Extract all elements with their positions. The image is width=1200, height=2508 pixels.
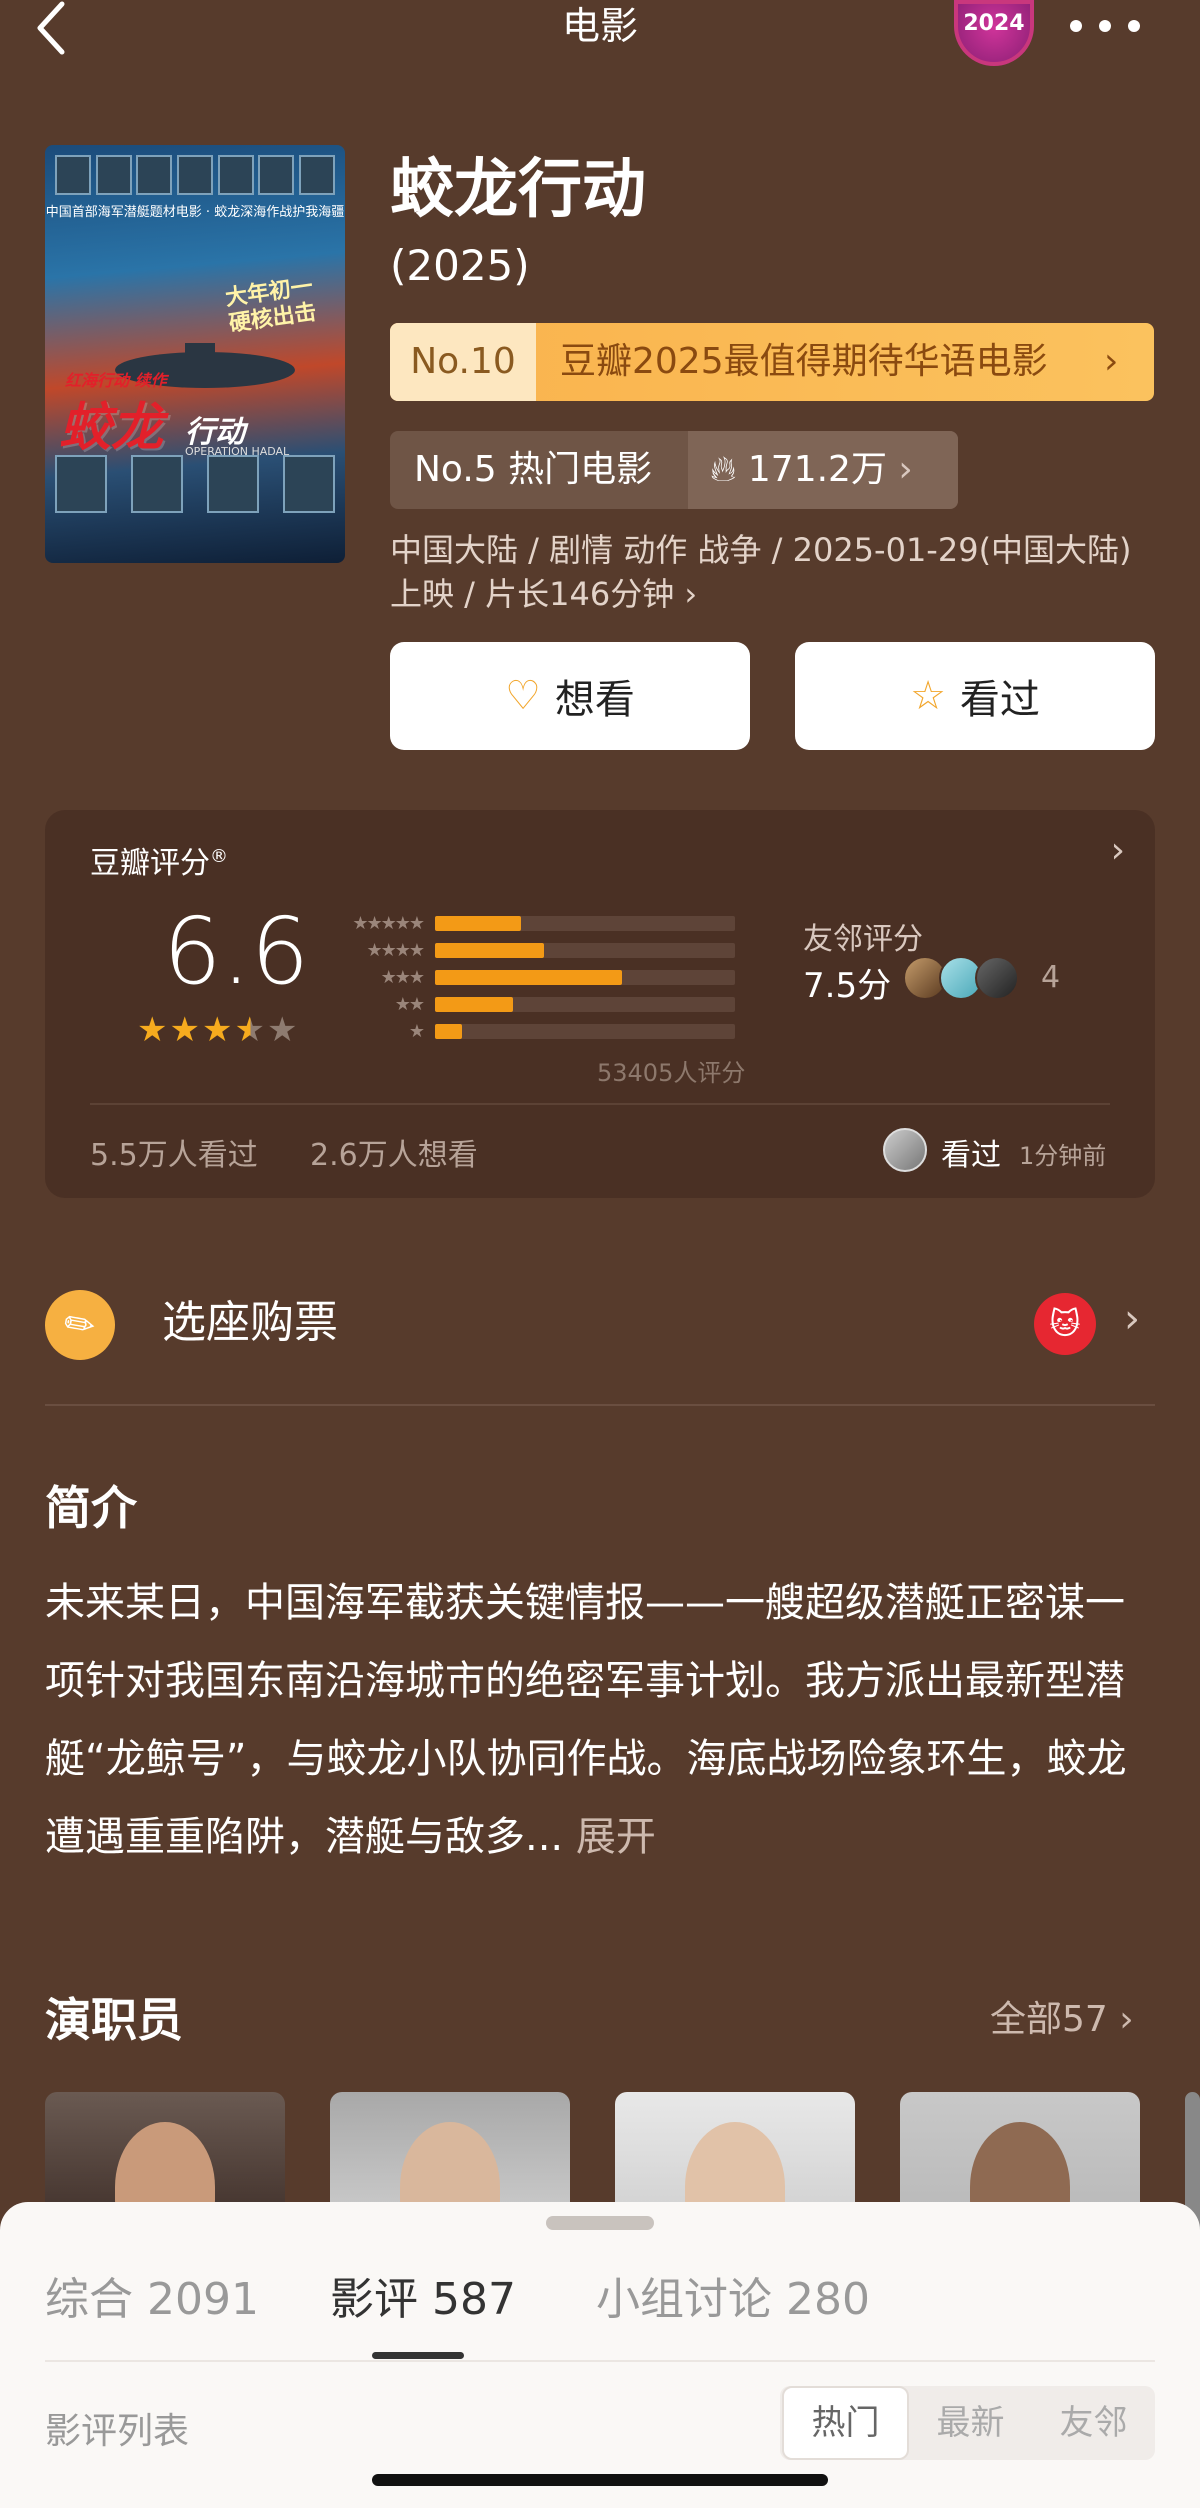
avatar (975, 956, 1019, 1000)
buy-ticket-label[interactable]: 选座购票 (162, 1292, 338, 1354)
rating-distribution: ★★★★★ ★★★★ ★★★ ★★ ★ (335, 910, 775, 1045)
divider (45, 1404, 1155, 1406)
seen-label: 看过 (959, 677, 1040, 723)
tab-group-discussion[interactable]: 小组讨论 280 (596, 2270, 870, 2330)
star-icon: ☆ (910, 673, 946, 719)
movie-title: 蛟龙行动 (390, 153, 646, 227)
rank-text: 豆瓣2025最值得期待华语电影 (560, 341, 1048, 382)
cast-all-link[interactable]: 全部57 › (990, 1990, 1134, 2042)
divider (45, 2360, 1155, 2362)
expand-link[interactable]: 展开 (576, 1814, 656, 1860)
movie-meta[interactable]: 中国大陆 / 剧情 动作 战争 / 2025-01-29(中国大陆) 上映 / … (390, 528, 1170, 616)
rating-bar-track (435, 916, 735, 931)
chevron-right-icon: › (898, 449, 913, 490)
rating-bar-track (435, 997, 735, 1012)
friend-count: 4 (1041, 960, 1061, 995)
home-indicator (372, 2474, 828, 2486)
poster-logo: 蛟龙 (59, 397, 164, 458)
sort-latest[interactable]: 最新 (909, 2388, 1032, 2458)
rating-bar-row: ★★★★★ (335, 910, 775, 937)
poster-caption: 中国首部海军潜艇题材电影 · 蛟龙深海作战护我海疆 (45, 205, 345, 220)
rating-bar-row: ★ (335, 1018, 775, 1045)
rating-bar-row: ★★★ (335, 964, 775, 991)
activity-time: 1分钟前 (1019, 1142, 1107, 1170)
intro-body: 未来某日，中国海军截获关键情报——一艘超级潜艇正密谋一项针对我国东南沿海城市的绝… (45, 1580, 1127, 1860)
divider (90, 1103, 1110, 1105)
drag-handle[interactable] (546, 2216, 654, 2230)
year-summary-badge[interactable]: 2024 (954, 0, 1034, 66)
rating-bar-track (435, 970, 735, 985)
sort-friends[interactable]: 友邻 (1032, 2388, 1155, 2458)
want-count[interactable]: 2.6万人想看 (310, 1130, 478, 1174)
rating-bar-row: ★★★★ (335, 937, 775, 964)
heart-plus-icon: ♡ (505, 673, 541, 719)
rating-bar-track (435, 943, 735, 958)
fire-icon: 🔥︎ (710, 449, 737, 490)
rating-card[interactable]: 豆瓣评分® › 6.6 ★★★★★ ★★★★★ ★★★★ ★★★ ★★ ★ 53405人… (45, 810, 1155, 1198)
heat-value: 🔥︎ 171.2万 › (688, 431, 958, 509)
seen-count[interactable]: 5.5万人看过 (90, 1130, 258, 1174)
rating-bar-fill (435, 970, 623, 985)
ranking-banner-anticipated[interactable]: No.10 豆瓣2025最值得期待华语电影 › (390, 323, 1154, 401)
rating-bar-stars: ★★★ (380, 967, 425, 988)
rating-bar-fill (435, 997, 513, 1012)
rating-stars: ★★★★★ (137, 1010, 300, 1050)
rating-bar-fill (435, 943, 545, 958)
meta-line-1: 中国大陆 / 剧情 动作 战争 / 2025-01-29(中国大陆) (390, 531, 1132, 569)
rating-count: 53405人评分 (597, 1059, 746, 1087)
want-label: 想看 (554, 677, 635, 723)
cast-heading: 演职员 (45, 1993, 183, 2047)
rating-bar-track (435, 1024, 735, 1039)
review-list-label: 影评列表 (45, 2411, 190, 2452)
hot-rank-text: No.5 热门电影 (414, 449, 653, 490)
sort-hot[interactable]: 热门 (782, 2386, 909, 2460)
rating-score: 6.6 (163, 898, 310, 1005)
friend-rating-label: 友邻评分 (803, 922, 923, 957)
rating-bar-fill (435, 1024, 463, 1039)
meta-line-2: 上映 / 片长146分钟 › (390, 575, 698, 613)
activity-text: 看过 (941, 1138, 1001, 1173)
rank-number: No.10 (390, 323, 536, 401)
rating-bar-stars: ★★★★ (366, 940, 425, 961)
watched-button[interactable]: ☆ 看过 (795, 642, 1155, 750)
tab-reviews[interactable]: 影评 587 (330, 2270, 516, 2330)
reviews-sheet[interactable]: 综合 2091 影评 587 小组讨论 280 影评列表 热门 最新 友邻 (0, 2202, 1200, 2508)
intro-heading: 简介 (45, 1481, 137, 1535)
rating-bar-stars: ★★★★★ (352, 913, 425, 934)
chevron-right-icon[interactable]: › (1124, 1296, 1140, 1342)
avatar (883, 1128, 927, 1172)
friend-rating-score: 7.5分 (803, 966, 892, 1006)
cat-logo-icon: 🐱︎ (1034, 1293, 1096, 1355)
movie-year: (2025) (390, 241, 530, 290)
rating-bar-stars: ★ (408, 1021, 425, 1042)
rating-title: 豆瓣评分® (90, 846, 228, 881)
tab-indicator (372, 2352, 464, 2359)
chevron-right-icon: › (1104, 341, 1119, 382)
more-options-icon[interactable] (1070, 12, 1140, 40)
rating-bar-stars: ★★ (394, 994, 425, 1015)
chevron-right-icon[interactable]: › (1111, 830, 1125, 871)
tab-overall[interactable]: 综合 2091 (45, 2270, 259, 2330)
rating-bar-row: ★★ (335, 991, 775, 1018)
ranking-banner-hot[interactable]: No.5 热门电影 🔥︎ 171.2万 › (390, 431, 958, 509)
friend-avatars[interactable] (903, 956, 1019, 1000)
rating-bar-fill (435, 916, 521, 931)
sort-segmented-control[interactable]: 热门 最新 友邻 (780, 2386, 1155, 2460)
ticket-icon: ✎ (31, 1276, 129, 1374)
want-to-watch-button[interactable]: ♡ 想看 (390, 642, 750, 750)
movie-poster[interactable]: 中国首部海军潜艇题材电影 · 蛟龙深海作战护我海疆 大年初一 硬核出击 红海行动… (45, 145, 345, 563)
